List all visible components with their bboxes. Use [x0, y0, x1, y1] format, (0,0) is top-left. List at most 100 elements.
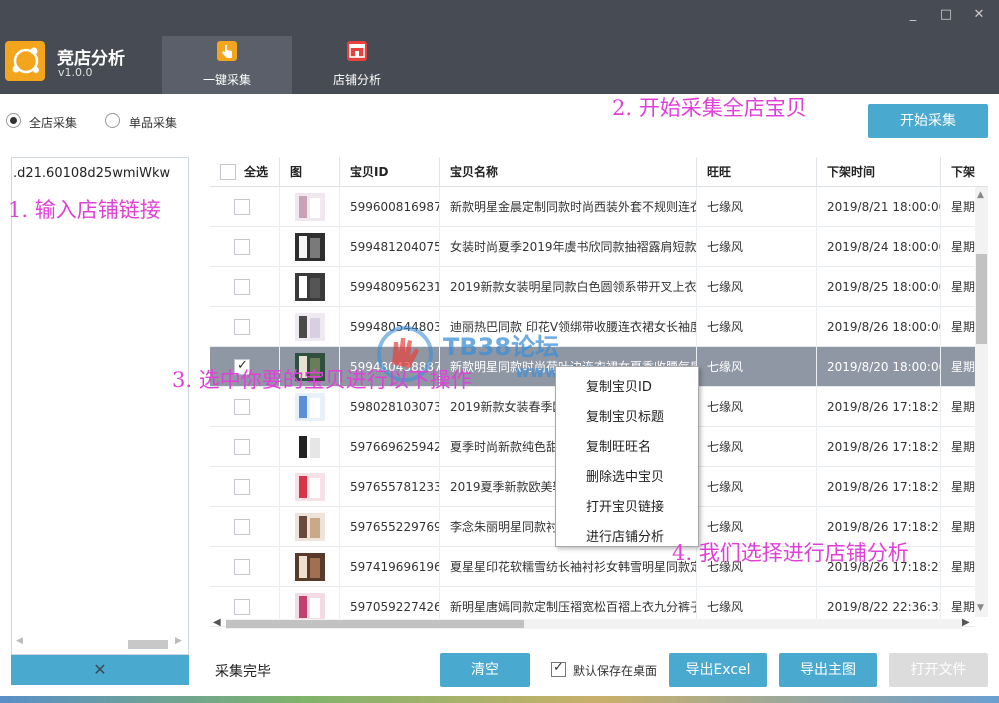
row-wangwang: 七缘风 — [696, 307, 816, 347]
row-item-name: 夏星星印花软糯雪纺长袖衬衫女韩雪明星同款定 — [439, 547, 696, 587]
row-item-id: 599600816987 — [339, 187, 439, 227]
start-collect-button[interactable]: 开始采集 — [868, 104, 988, 138]
column-select-all[interactable]: 全选 — [234, 157, 279, 187]
vertical-scrollbar[interactable] — [975, 187, 988, 617]
product-thumbnail[interactable] — [295, 433, 325, 461]
save-to-desktop-label: 默认保存在桌面 — [573, 664, 658, 678]
scroll-left-icon[interactable]: ◀ — [213, 617, 221, 628]
table-row[interactable]: 599480544803 迪丽热巴同款 印花V领绑带收腰连衣裙女长袖度 七缘风 201… — [210, 307, 975, 347]
clear-button[interactable]: 清空 — [440, 653, 530, 687]
row-checkbox[interactable] — [234, 559, 250, 575]
menu-copy-item-id[interactable]: 复制宝贝ID — [586, 376, 652, 395]
menu-copy-wangwang[interactable]: 复制旺旺名 — [586, 436, 651, 455]
row-item-name: 2019新款女装明星同款白色圆领系带开叉上衣夏 — [439, 267, 696, 307]
scroll-right-icon[interactable]: ▶ — [962, 617, 970, 628]
product-thumbnail[interactable] — [295, 553, 325, 581]
vertical-scroll-thumb[interactable] — [976, 254, 987, 344]
menu-delete-selected[interactable]: 删除选中宝贝 — [586, 466, 664, 485]
product-thumbnail[interactable] — [295, 473, 325, 501]
row-checkbox[interactable] — [234, 239, 250, 255]
row-offshelf-weekday: 星期一 — [940, 467, 975, 507]
row-item-id: 597419696196 — [339, 547, 439, 587]
row-image-cell — [279, 467, 339, 507]
row-offshelf-weekday: 星期一 — [940, 547, 975, 587]
export-excel-button[interactable]: 导出Excel — [669, 653, 767, 687]
menu-shop-analysis[interactable]: 进行店铺分析 — [586, 526, 664, 545]
row-checkbox[interactable] — [234, 279, 250, 295]
row-wangwang: 七缘风 — [696, 267, 816, 307]
close-icon[interactable]: ✕ — [970, 6, 988, 24]
export-main-image-button[interactable]: 导出主图 — [779, 653, 877, 687]
table-row[interactable]: 599480956231 2019新款女装明星同款白色圆领系带开叉上衣夏 七缘风 20… — [210, 267, 975, 307]
scroll-left-icon[interactable]: ◀ — [16, 636, 23, 646]
annotation-step2: 2. 开始采集全店宝贝 — [612, 96, 807, 120]
row-offshelf-weekday: 星期六 — [940, 227, 975, 267]
product-thumbnail[interactable] — [295, 273, 325, 301]
table-row[interactable]: 599481204075 女装时尚夏季2019年虞书欣同款抽褶露肩短款 七缘风 201… — [210, 227, 975, 267]
product-thumbnail[interactable] — [295, 233, 325, 261]
menu-open-item-link[interactable]: 打开宝贝链接 — [586, 496, 664, 515]
menu-copy-item-title[interactable]: 复制宝贝标题 — [586, 406, 664, 425]
row-image-cell — [279, 507, 339, 547]
row-checkbox[interactable] — [234, 599, 250, 615]
row-item-id: 599480956231 — [339, 267, 439, 307]
product-thumbnail[interactable] — [295, 193, 325, 221]
hand-pointer-icon — [217, 41, 237, 61]
context-menu: 复制宝贝ID 复制宝贝标题 复制旺旺名 删除选中宝贝 打开宝贝链接 进行店铺分析 — [555, 366, 699, 547]
annotation-step3: 3. 选中你要的宝贝进行以下操作 — [172, 368, 472, 392]
row-image-cell — [279, 267, 339, 307]
row-offshelf-weekday: 星期一 — [940, 307, 975, 347]
row-wangwang: 七缘风 — [696, 427, 816, 467]
scroll-down-icon[interactable]: ▼ — [977, 603, 984, 613]
row-checkbox[interactable] — [234, 519, 250, 535]
row-image-cell — [279, 187, 339, 227]
column-item-name: 宝贝名称 — [439, 157, 696, 187]
scroll-right-icon[interactable]: ▶ — [175, 636, 182, 646]
annotation-step4: 4. 我们选择进行店铺分析 — [672, 541, 909, 565]
table-row[interactable]: 599600816987 新款明星金晨定制同款时尚西装外套不规则连衣 七缘风 2019… — [210, 187, 975, 227]
minimize-icon[interactable]: _ — [904, 6, 922, 24]
tab-label: 店铺分析 — [332, 73, 381, 87]
radio-label: 单品采集 — [129, 116, 178, 130]
row-wangwang: 七缘风 — [696, 387, 816, 427]
row-image-cell — [279, 307, 339, 347]
row-checkbox[interactable] — [234, 199, 250, 215]
row-offshelf-weekday: 星期日 — [940, 267, 975, 307]
open-file-button[interactable]: 打开文件 — [889, 653, 988, 687]
row-offshelf-time: 2019/8/26 17:18:27 — [816, 387, 940, 427]
watermark-text: TB38论坛 — [443, 333, 560, 361]
row-item-id: 597655229769 — [339, 507, 439, 547]
row-image-cell — [279, 427, 339, 467]
shop-url-input[interactable]: .d21.60108d25wmiWkw ◀ ▶ — [11, 157, 189, 655]
save-to-desktop-checkbox[interactable] — [551, 660, 566, 677]
row-checkbox[interactable] — [234, 479, 250, 495]
product-thumbnail[interactable] — [295, 393, 325, 421]
row-checkbox[interactable] — [234, 319, 250, 335]
maximize-icon[interactable]: □ — [937, 6, 955, 24]
row-checkbox[interactable] — [234, 399, 250, 415]
row-item-id: 597655781233 — [339, 467, 439, 507]
clear-url-button[interactable]: ✕ — [11, 655, 189, 685]
app-logo-icon — [5, 41, 45, 81]
row-wangwang: 七缘风 — [696, 467, 816, 507]
row-offshelf-weekday: 星期三 — [940, 187, 975, 227]
row-offshelf-weekday: 星期一 — [940, 427, 975, 467]
row-item-id: 599481204075 — [339, 227, 439, 267]
horizontal-scroll-thumb[interactable] — [226, 620, 524, 628]
product-thumbnail[interactable] — [295, 513, 325, 541]
radio-label: 全店采集 — [29, 116, 78, 130]
row-wangwang: 七缘风 — [696, 347, 816, 387]
radio-whole-shop[interactable] — [6, 113, 21, 128]
tab-shop-analysis[interactable]: 店铺分析 — [292, 36, 422, 94]
column-wangwang: 旺旺 — [696, 157, 816, 187]
radio-single-item[interactable] — [105, 113, 120, 128]
tab-one-click-collect[interactable]: 一键采集 — [162, 36, 292, 94]
row-checkbox[interactable] — [234, 439, 250, 455]
scroll-up-icon[interactable]: ▲ — [977, 190, 984, 200]
row-offshelf-time: 2019/8/26 17:18:27 — [816, 467, 940, 507]
left-horizontal-scrollbar[interactable] — [128, 640, 168, 649]
product-thumbnail[interactable] — [295, 313, 325, 341]
product-thumbnail[interactable] — [295, 593, 325, 621]
column-offshelf-weekday: 下架 — [940, 157, 988, 187]
row-wangwang: 七缘风 — [696, 187, 816, 227]
